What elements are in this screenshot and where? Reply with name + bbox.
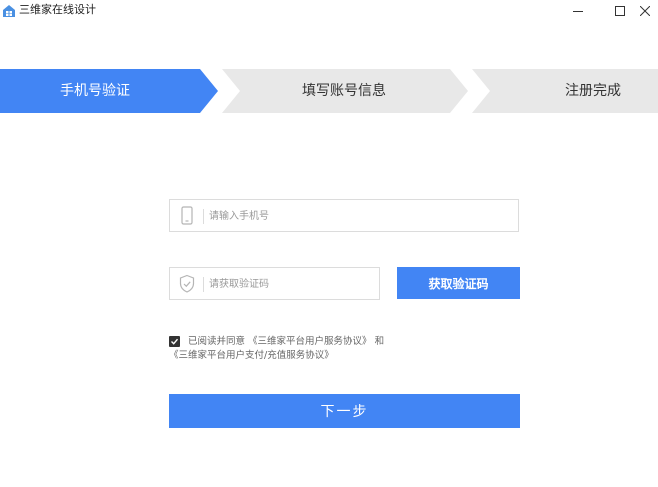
maximize-icon — [615, 6, 625, 16]
agreement-connector: 和 — [374, 336, 385, 347]
checkmark-icon — [171, 338, 179, 345]
minimize-icon — [573, 11, 583, 12]
payment-agreement-link[interactable]: 《三维家平台用户支付/充值服务协议》 — [169, 350, 334, 361]
minimize-button[interactable] — [558, 0, 598, 22]
verification-code-field[interactable] — [169, 267, 380, 300]
get-code-button[interactable]: 获取验证码 — [397, 267, 520, 299]
field-divider — [203, 277, 204, 292]
phone-field[interactable] — [169, 199, 519, 232]
app-logo-icon — [2, 3, 16, 17]
agreement-text: 已阅读并同意 《三维家平台用户服务协议》 和 — [188, 336, 384, 348]
step-phone-verify: 手机号验证 — [60, 83, 130, 99]
next-step-button[interactable]: 下一步 — [169, 394, 520, 428]
registration-steps: 手机号验证 填写账号信息 注册完成 — [0, 69, 658, 113]
window-title: 三维家在线设计 — [19, 3, 96, 16]
phone-input[interactable] — [209, 206, 509, 226]
agreement-text-line-2: 《三维家平台用户支付/充值服务协议》 — [169, 350, 334, 362]
agreement-checkbox[interactable] — [169, 336, 180, 347]
service-agreement-link[interactable]: 《三维家平台用户服务协议》 — [248, 336, 372, 347]
maximize-button[interactable] — [600, 0, 640, 22]
shield-check-icon — [178, 274, 196, 294]
close-icon — [640, 6, 650, 16]
title-bar: 三维家在线设计 — [0, 0, 658, 22]
step-complete: 注册完成 — [565, 83, 621, 99]
phone-icon — [178, 206, 196, 226]
step-account-info: 填写账号信息 — [302, 83, 386, 99]
close-button[interactable] — [640, 0, 658, 22]
field-divider — [203, 209, 204, 224]
verification-code-input[interactable] — [209, 274, 374, 294]
agreement-prefix: 已阅读并同意 — [188, 336, 246, 347]
